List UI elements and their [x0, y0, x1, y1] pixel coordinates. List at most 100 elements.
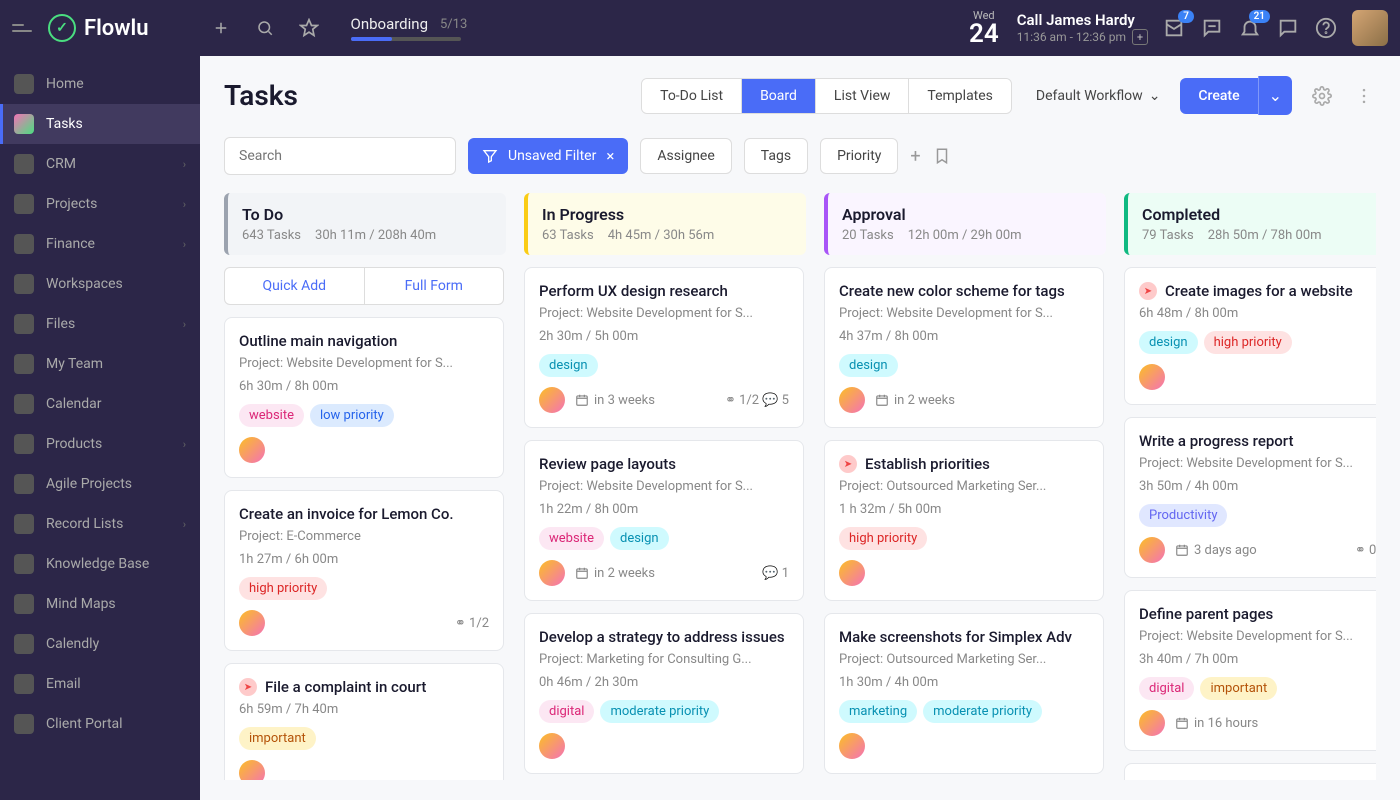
- app-logo[interactable]: ✓ Flowlu: [48, 14, 149, 42]
- tab-templates[interactable]: Templates: [909, 79, 1011, 113]
- task-card[interactable]: Write a progress reportProject: Website …: [1124, 417, 1376, 578]
- bell-icon[interactable]: 21: [1238, 16, 1262, 40]
- tag[interactable]: design: [539, 354, 598, 377]
- sidebar-item-files[interactable]: Files›: [0, 304, 200, 344]
- tag[interactable]: marketing: [839, 700, 917, 723]
- task-card[interactable]: Make screenshots for Simplex AdvProject:…: [824, 613, 1104, 774]
- inbox-icon[interactable]: 7: [1162, 16, 1186, 40]
- tab-list-view[interactable]: List View: [816, 79, 910, 113]
- column-header: Approval20 Tasks12h 00m / 29h 00m: [824, 193, 1106, 255]
- task-card[interactable]: Create new color scheme for tagsProject:…: [824, 267, 1104, 428]
- add-icon[interactable]: [209, 16, 233, 40]
- tag[interactable]: Productivity: [1139, 504, 1227, 527]
- assignee-avatar[interactable]: [839, 387, 865, 413]
- sidebar-item-finance[interactable]: Finance›: [0, 224, 200, 264]
- task-card[interactable]: ➤Create images for a website6h 48m / 8h …: [1124, 267, 1376, 405]
- workflow-selector[interactable]: Default Workflow ⌄: [1036, 88, 1161, 104]
- assignee-avatar[interactable]: [239, 760, 265, 780]
- more-icon[interactable]: [1352, 84, 1376, 108]
- sidebar-item-calendly[interactable]: Calendly: [0, 624, 200, 664]
- assignee-avatar[interactable]: [539, 733, 565, 759]
- assignee-avatar[interactable]: [1139, 710, 1165, 736]
- menu-toggle-icon[interactable]: [12, 16, 36, 40]
- task-card[interactable]: Review page layoutsProject: Website Deve…: [524, 440, 804, 601]
- card-title: Establish priorities: [865, 455, 990, 473]
- assignee-avatar[interactable]: [539, 387, 565, 413]
- filter-label: Unsaved Filter: [508, 148, 596, 164]
- task-card[interactable]: ➤File a complaint in court6h 59m / 7h 40…: [224, 663, 504, 780]
- task-card[interactable]: Create an agreement: [1124, 763, 1376, 780]
- sidebar-item-products[interactable]: Products›: [0, 424, 200, 464]
- sidebar-item-mind-maps[interactable]: Mind Maps: [0, 584, 200, 624]
- full-form-button[interactable]: Full Form: [365, 268, 504, 304]
- tag[interactable]: digital: [539, 700, 594, 723]
- add-filter-icon[interactable]: +: [910, 146, 920, 167]
- assignee-avatar[interactable]: [239, 437, 265, 463]
- bookmark-icon[interactable]: [933, 147, 951, 165]
- tag[interactable]: high priority: [839, 527, 927, 550]
- sidebar-item-agile-projects[interactable]: Agile Projects: [0, 464, 200, 504]
- add-event-icon[interactable]: +: [1132, 29, 1148, 45]
- tag[interactable]: moderate priority: [600, 700, 719, 723]
- assignee-avatar[interactable]: [239, 610, 265, 636]
- sidebar-item-label: Calendly: [46, 636, 99, 652]
- gear-icon[interactable]: [1310, 84, 1334, 108]
- filter-assignee[interactable]: Assignee: [640, 138, 731, 174]
- filter-tags[interactable]: Tags: [744, 138, 808, 174]
- assignee-avatar[interactable]: [539, 560, 565, 586]
- task-card[interactable]: ➤Establish prioritiesProject: Outsourced…: [824, 440, 1104, 601]
- tag[interactable]: moderate priority: [923, 700, 1042, 723]
- tag[interactable]: low priority: [310, 404, 394, 427]
- sidebar-item-workspaces[interactable]: Workspaces: [0, 264, 200, 304]
- tag[interactable]: important: [239, 727, 316, 750]
- next-event[interactable]: Call James Hardy 11:36 am - 12:36 pm +: [1017, 11, 1148, 45]
- tag[interactable]: digital: [1139, 677, 1194, 700]
- sidebar-item-my-team[interactable]: My Team: [0, 344, 200, 384]
- note-icon[interactable]: [1200, 16, 1224, 40]
- sidebar-item-email[interactable]: Email: [0, 664, 200, 704]
- task-card[interactable]: Perform UX design researchProject: Websi…: [524, 267, 804, 428]
- sidebar-item-home[interactable]: Home: [0, 64, 200, 104]
- search-icon[interactable]: [253, 16, 277, 40]
- create-dropdown[interactable]: ⌄: [1258, 76, 1292, 115]
- task-card[interactable]: Define parent pagesProject: Website Deve…: [1124, 590, 1376, 751]
- assignee-avatar[interactable]: [1139, 537, 1165, 563]
- tag[interactable]: website: [539, 527, 604, 550]
- tag[interactable]: design: [1139, 331, 1198, 354]
- sidebar-item-calendar[interactable]: Calendar: [0, 384, 200, 424]
- sidebar-item-crm[interactable]: CRM›: [0, 144, 200, 184]
- tag[interactable]: high priority: [1204, 331, 1292, 354]
- assignee-avatar[interactable]: [1139, 364, 1165, 390]
- chat-icon[interactable]: [1276, 16, 1300, 40]
- tag[interactable]: important: [1200, 677, 1277, 700]
- search-input[interactable]: [224, 137, 456, 175]
- tab-board[interactable]: Board: [742, 79, 816, 113]
- sidebar-item-tasks[interactable]: Tasks: [0, 104, 200, 144]
- create-button[interactable]: Create: [1180, 78, 1257, 114]
- active-filter-pill[interactable]: Unsaved Filter ×: [468, 138, 628, 174]
- flame-icon: ➤: [239, 678, 257, 696]
- sidebar-item-client-portal[interactable]: Client Portal: [0, 704, 200, 744]
- tag[interactable]: design: [839, 354, 898, 377]
- help-icon[interactable]: [1314, 16, 1338, 40]
- task-card[interactable]: Create an invoice for Lemon Co.Project: …: [224, 490, 504, 651]
- card-title: File a complaint in court: [265, 678, 426, 696]
- sidebar-item-projects[interactable]: Projects›: [0, 184, 200, 224]
- assignee-avatar[interactable]: [839, 560, 865, 586]
- sidebar-item-knowledge-base[interactable]: Knowledge Base: [0, 544, 200, 584]
- filter-priority[interactable]: Priority: [820, 138, 898, 174]
- quick-add-button[interactable]: Quick Add: [225, 268, 365, 304]
- user-avatar[interactable]: [1352, 10, 1388, 46]
- tag[interactable]: website: [239, 404, 304, 427]
- onboarding-widget[interactable]: Onboarding 5/13: [351, 15, 468, 41]
- tag[interactable]: design: [610, 527, 669, 550]
- assignee-avatar[interactable]: [839, 733, 865, 759]
- task-card[interactable]: Develop a strategy to address issuesProj…: [524, 613, 804, 774]
- tab-to-do-list[interactable]: To-Do List: [642, 79, 742, 113]
- task-card[interactable]: Outline main navigationProject: Website …: [224, 317, 504, 478]
- pin-icon[interactable]: [297, 16, 321, 40]
- date-widget[interactable]: Wed 24: [969, 10, 999, 47]
- tag[interactable]: high priority: [239, 577, 327, 600]
- sidebar-item-record-lists[interactable]: Record Lists›: [0, 504, 200, 544]
- close-icon[interactable]: ×: [606, 147, 614, 165]
